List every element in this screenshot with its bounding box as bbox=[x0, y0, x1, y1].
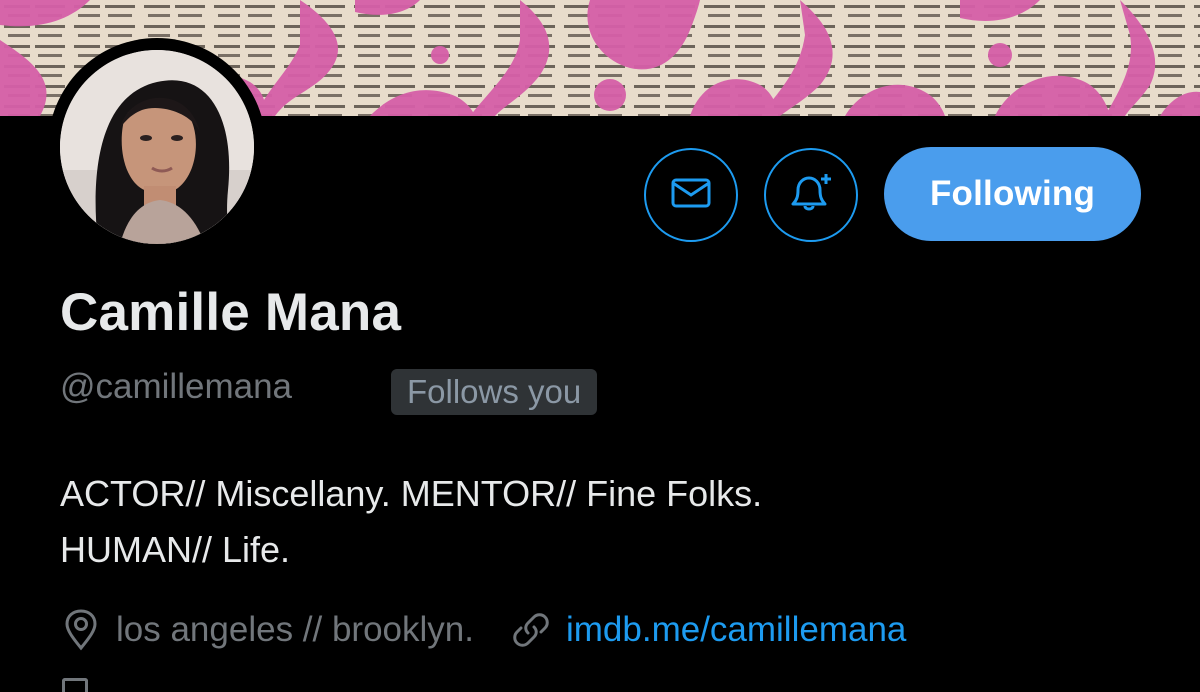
location-text: los angeles // brooklyn. bbox=[116, 610, 474, 649]
avatar-photo bbox=[60, 50, 254, 244]
profile-handle: @camillemana bbox=[60, 367, 292, 406]
follows-you-badge: Follows you bbox=[391, 369, 598, 415]
profile-meta: los angeles // brooklyn. imdb.me/camille… bbox=[60, 606, 906, 654]
profile-avatar[interactable] bbox=[48, 38, 266, 256]
website-link[interactable]: imdb.me/camillemana bbox=[566, 610, 906, 650]
location-pin-icon bbox=[60, 609, 102, 651]
link-icon bbox=[510, 609, 552, 651]
bio-line-2: HUMAN// Life. bbox=[60, 529, 291, 570]
website-item[interactable]: imdb.me/camillemana bbox=[510, 609, 906, 651]
envelope-icon bbox=[671, 178, 711, 213]
notifications-button[interactable] bbox=[764, 148, 858, 242]
message-button[interactable] bbox=[644, 148, 738, 242]
bell-plus-icon bbox=[788, 170, 834, 221]
location-item: los angeles // brooklyn. bbox=[60, 609, 474, 651]
bio-line-1: ACTOR// Miscellany. MENTOR// Fine Folks. bbox=[60, 473, 763, 514]
following-button[interactable]: Following bbox=[884, 147, 1141, 241]
calendar-icon bbox=[62, 678, 88, 692]
profile-bio: ACTOR// Miscellany. MENTOR// Fine Folks.… bbox=[60, 466, 1160, 578]
display-name: Camille Mana bbox=[60, 283, 402, 342]
